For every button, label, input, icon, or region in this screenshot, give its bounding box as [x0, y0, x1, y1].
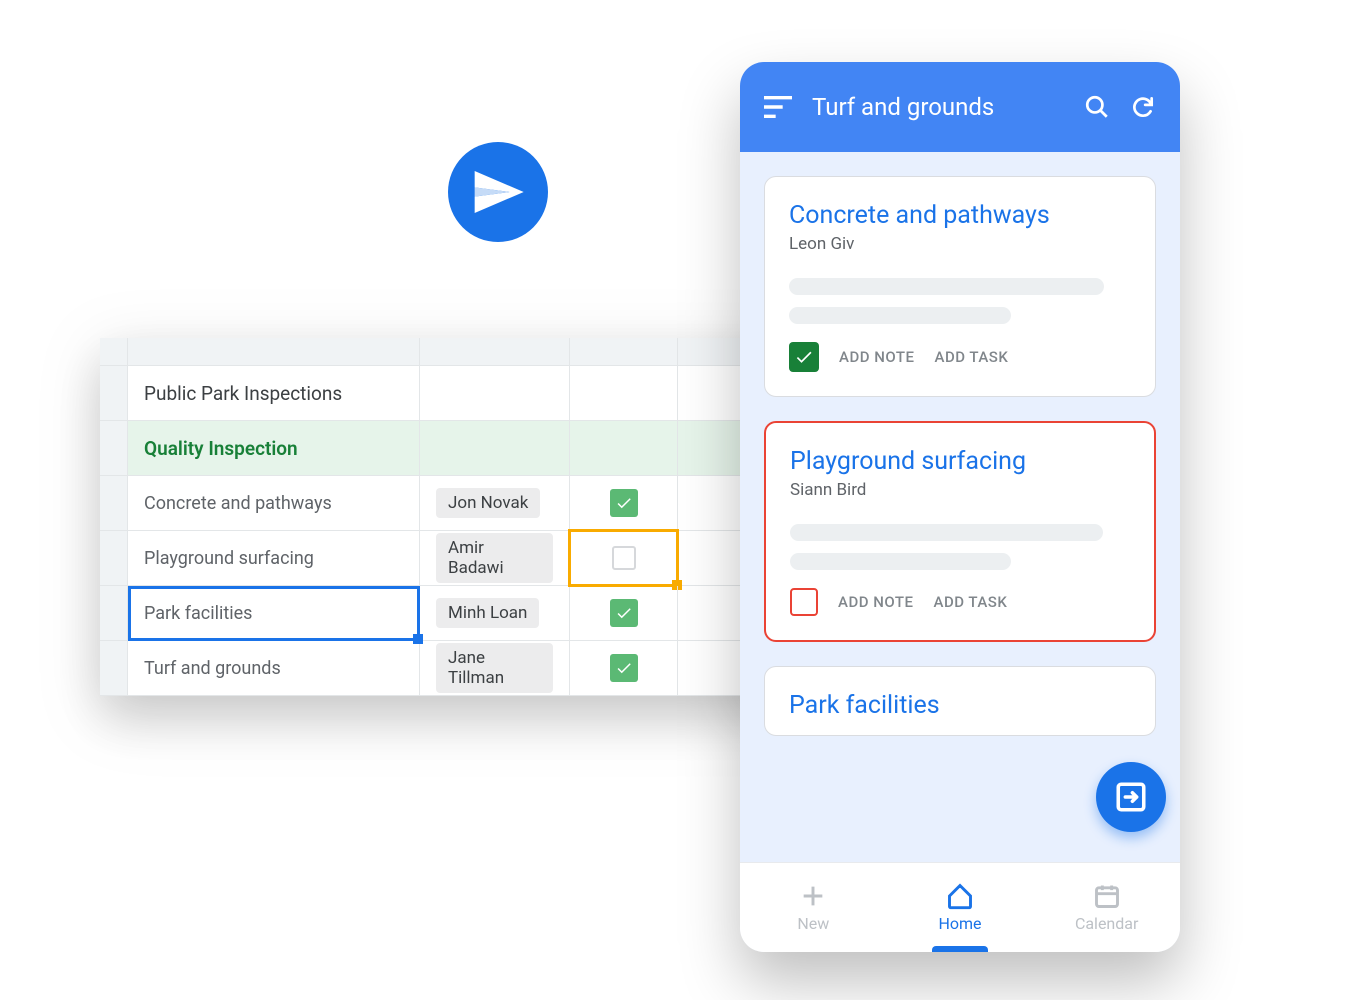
check-icon[interactable] — [610, 654, 638, 682]
check-icon[interactable] — [610, 599, 638, 627]
card-list[interactable]: Concrete and pathways Leon Giv ADD NOTE … — [740, 152, 1180, 862]
search-icon[interactable] — [1084, 94, 1110, 120]
card-title: Playground surfacing — [790, 447, 1130, 476]
add-task-button[interactable]: ADD TASK — [935, 348, 1009, 366]
task-name: Turf and grounds — [144, 658, 281, 679]
app-bar-title: Turf and grounds — [812, 93, 1064, 121]
card-assignee: Leon Giv — [789, 234, 1131, 254]
skeleton-line — [789, 278, 1104, 295]
task-name: Playground surfacing — [144, 548, 314, 569]
assignee-chip[interactable]: Amir Badawi — [436, 533, 553, 583]
assignee-chip[interactable]: Jon Novak — [436, 488, 540, 518]
task-card[interactable]: Park facilities — [764, 666, 1156, 736]
task-card[interactable]: Playground surfacing Siann Bird ADD NOTE… — [764, 421, 1156, 642]
nav-home[interactable]: Home — [887, 863, 1034, 952]
add-task-button[interactable]: ADD TASK — [934, 593, 1008, 611]
checkbox-empty[interactable] — [612, 546, 636, 570]
nav-label: Home — [938, 914, 981, 933]
nav-label: New — [797, 914, 829, 933]
task-name: Park facilities — [144, 603, 252, 624]
skeleton-line — [790, 553, 1011, 570]
bottom-nav: New Home Calendar — [740, 862, 1180, 952]
add-note-button[interactable]: ADD NOTE — [839, 348, 915, 366]
sheet-title: Public Park Inspections — [144, 382, 342, 405]
fab-button[interactable] — [1096, 762, 1166, 832]
card-title: Park facilities — [789, 691, 1131, 720]
send-badge — [448, 142, 548, 242]
enter-icon — [1114, 780, 1148, 814]
section-label: Quality Inspection — [144, 437, 298, 460]
add-note-button[interactable]: ADD NOTE — [838, 593, 914, 611]
skeleton-line — [790, 524, 1103, 541]
checkbox-checked[interactable] — [789, 342, 819, 372]
task-name: Concrete and pathways — [144, 493, 332, 514]
home-icon — [946, 882, 974, 910]
card-assignee: Siann Bird — [790, 480, 1130, 500]
sort-icon[interactable] — [764, 96, 792, 118]
check-icon[interactable] — [610, 489, 638, 517]
mobile-device: Turf and grounds Concrete and pathways L… — [740, 62, 1180, 952]
app-bar: Turf and grounds — [740, 62, 1180, 152]
skeleton-line — [789, 307, 1011, 324]
paper-plane-icon — [470, 164, 526, 220]
nav-label: Calendar — [1075, 914, 1138, 933]
checkbox-unchecked[interactable] — [790, 588, 818, 616]
calendar-icon — [1093, 882, 1121, 910]
card-title: Concrete and pathways — [789, 201, 1131, 230]
nav-indicator — [932, 946, 988, 952]
assignee-chip[interactable]: Minh Loan — [436, 598, 539, 628]
assignee-chip[interactable]: Jane Tillman — [436, 643, 553, 693]
nav-new[interactable]: New — [740, 863, 887, 952]
task-card[interactable]: Concrete and pathways Leon Giv ADD NOTE … — [764, 176, 1156, 397]
refresh-icon[interactable] — [1130, 94, 1156, 120]
nav-calendar[interactable]: Calendar — [1033, 863, 1180, 952]
plus-icon — [799, 882, 827, 910]
